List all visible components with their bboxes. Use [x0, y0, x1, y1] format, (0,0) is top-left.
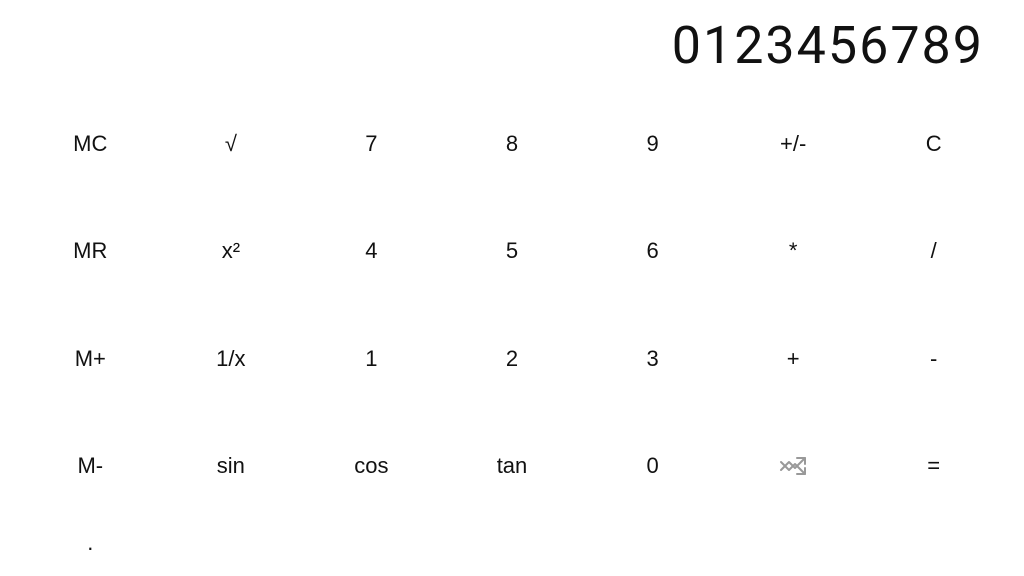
add-button[interactable]: +	[723, 305, 864, 413]
shuffle-icon	[779, 456, 807, 476]
shuffle-button[interactable]	[723, 413, 864, 521]
four-button[interactable]: 4	[301, 198, 442, 306]
cos-button[interactable]: cos	[301, 413, 442, 521]
buttons-grid: MC √ 7 8 9 +/- C MR x² 4 5 6 * / M+ 1/x …	[0, 90, 1024, 576]
square-button[interactable]: x²	[161, 198, 302, 306]
mminus-button[interactable]: M-	[20, 413, 161, 521]
mplus-button[interactable]: M+	[20, 305, 161, 413]
two-button[interactable]: 2	[442, 305, 583, 413]
multiply-button[interactable]: *	[723, 198, 864, 306]
zero-button[interactable]: 0	[582, 413, 723, 521]
three-button[interactable]: 3	[582, 305, 723, 413]
subtract-button[interactable]: -	[863, 305, 1004, 413]
clear-button[interactable]: C	[863, 90, 1004, 198]
one-button[interactable]: 1	[301, 305, 442, 413]
display-area: 0123456789	[0, 0, 1024, 90]
plusminus-button[interactable]: +/-	[723, 90, 864, 198]
divide-button[interactable]: /	[863, 198, 1004, 306]
display-value: 0123456789	[672, 15, 984, 76]
five-button[interactable]: 5	[442, 198, 583, 306]
equals-button[interactable]: =	[863, 413, 1004, 521]
eight-button[interactable]: 8	[442, 90, 583, 198]
six-button[interactable]: 6	[582, 198, 723, 306]
tan-button[interactable]: tan	[442, 413, 583, 521]
mr-button[interactable]: MR	[20, 198, 161, 306]
mc-button[interactable]: MC	[20, 90, 161, 198]
decimal-button[interactable]: .	[20, 520, 161, 566]
sin-button[interactable]: sin	[161, 413, 302, 521]
reciprocal-button[interactable]: 1/x	[161, 305, 302, 413]
nine-button[interactable]: 9	[582, 90, 723, 198]
sqrt-button[interactable]: √	[161, 90, 302, 198]
seven-button[interactable]: 7	[301, 90, 442, 198]
